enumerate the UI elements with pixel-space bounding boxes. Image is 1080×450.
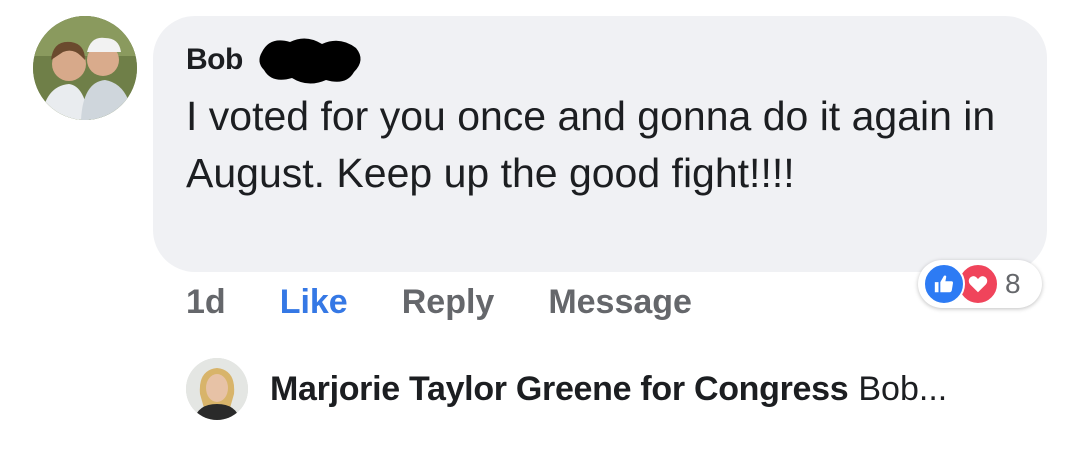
reply-author-avatar[interactable] bbox=[186, 358, 248, 420]
reply-author[interactable]: Marjorie Taylor Greene for Congress bbox=[270, 370, 849, 409]
avatar-photo bbox=[33, 16, 137, 120]
reaction-summary[interactable]: 8 bbox=[918, 260, 1042, 308]
reply-preview[interactable]: Marjorie Taylor Greene for Congress Bob.… bbox=[186, 356, 947, 422]
commenter-avatar[interactable] bbox=[33, 16, 137, 120]
reply-snippet: Bob... bbox=[858, 369, 948, 408]
comment-author-row: Bob bbox=[186, 38, 361, 84]
comment-text: I voted for you once and gonna do it aga… bbox=[186, 93, 996, 196]
like-icon bbox=[923, 263, 965, 305]
comment-thread: Bob I voted for you once and gonna do it… bbox=[0, 0, 1080, 450]
comment-author[interactable]: Bob bbox=[186, 43, 243, 76]
message-button[interactable]: Message bbox=[548, 283, 692, 322]
reaction-count: 8 bbox=[1005, 268, 1021, 299]
like-button[interactable]: Like bbox=[280, 283, 348, 322]
reply-button[interactable]: Reply bbox=[402, 283, 495, 322]
comment-actions: 1d Like Reply Message bbox=[186, 276, 692, 328]
redaction-mark bbox=[259, 38, 361, 84]
comment-timestamp[interactable]: 1d bbox=[186, 283, 226, 322]
reply-avatar-photo bbox=[186, 358, 248, 420]
